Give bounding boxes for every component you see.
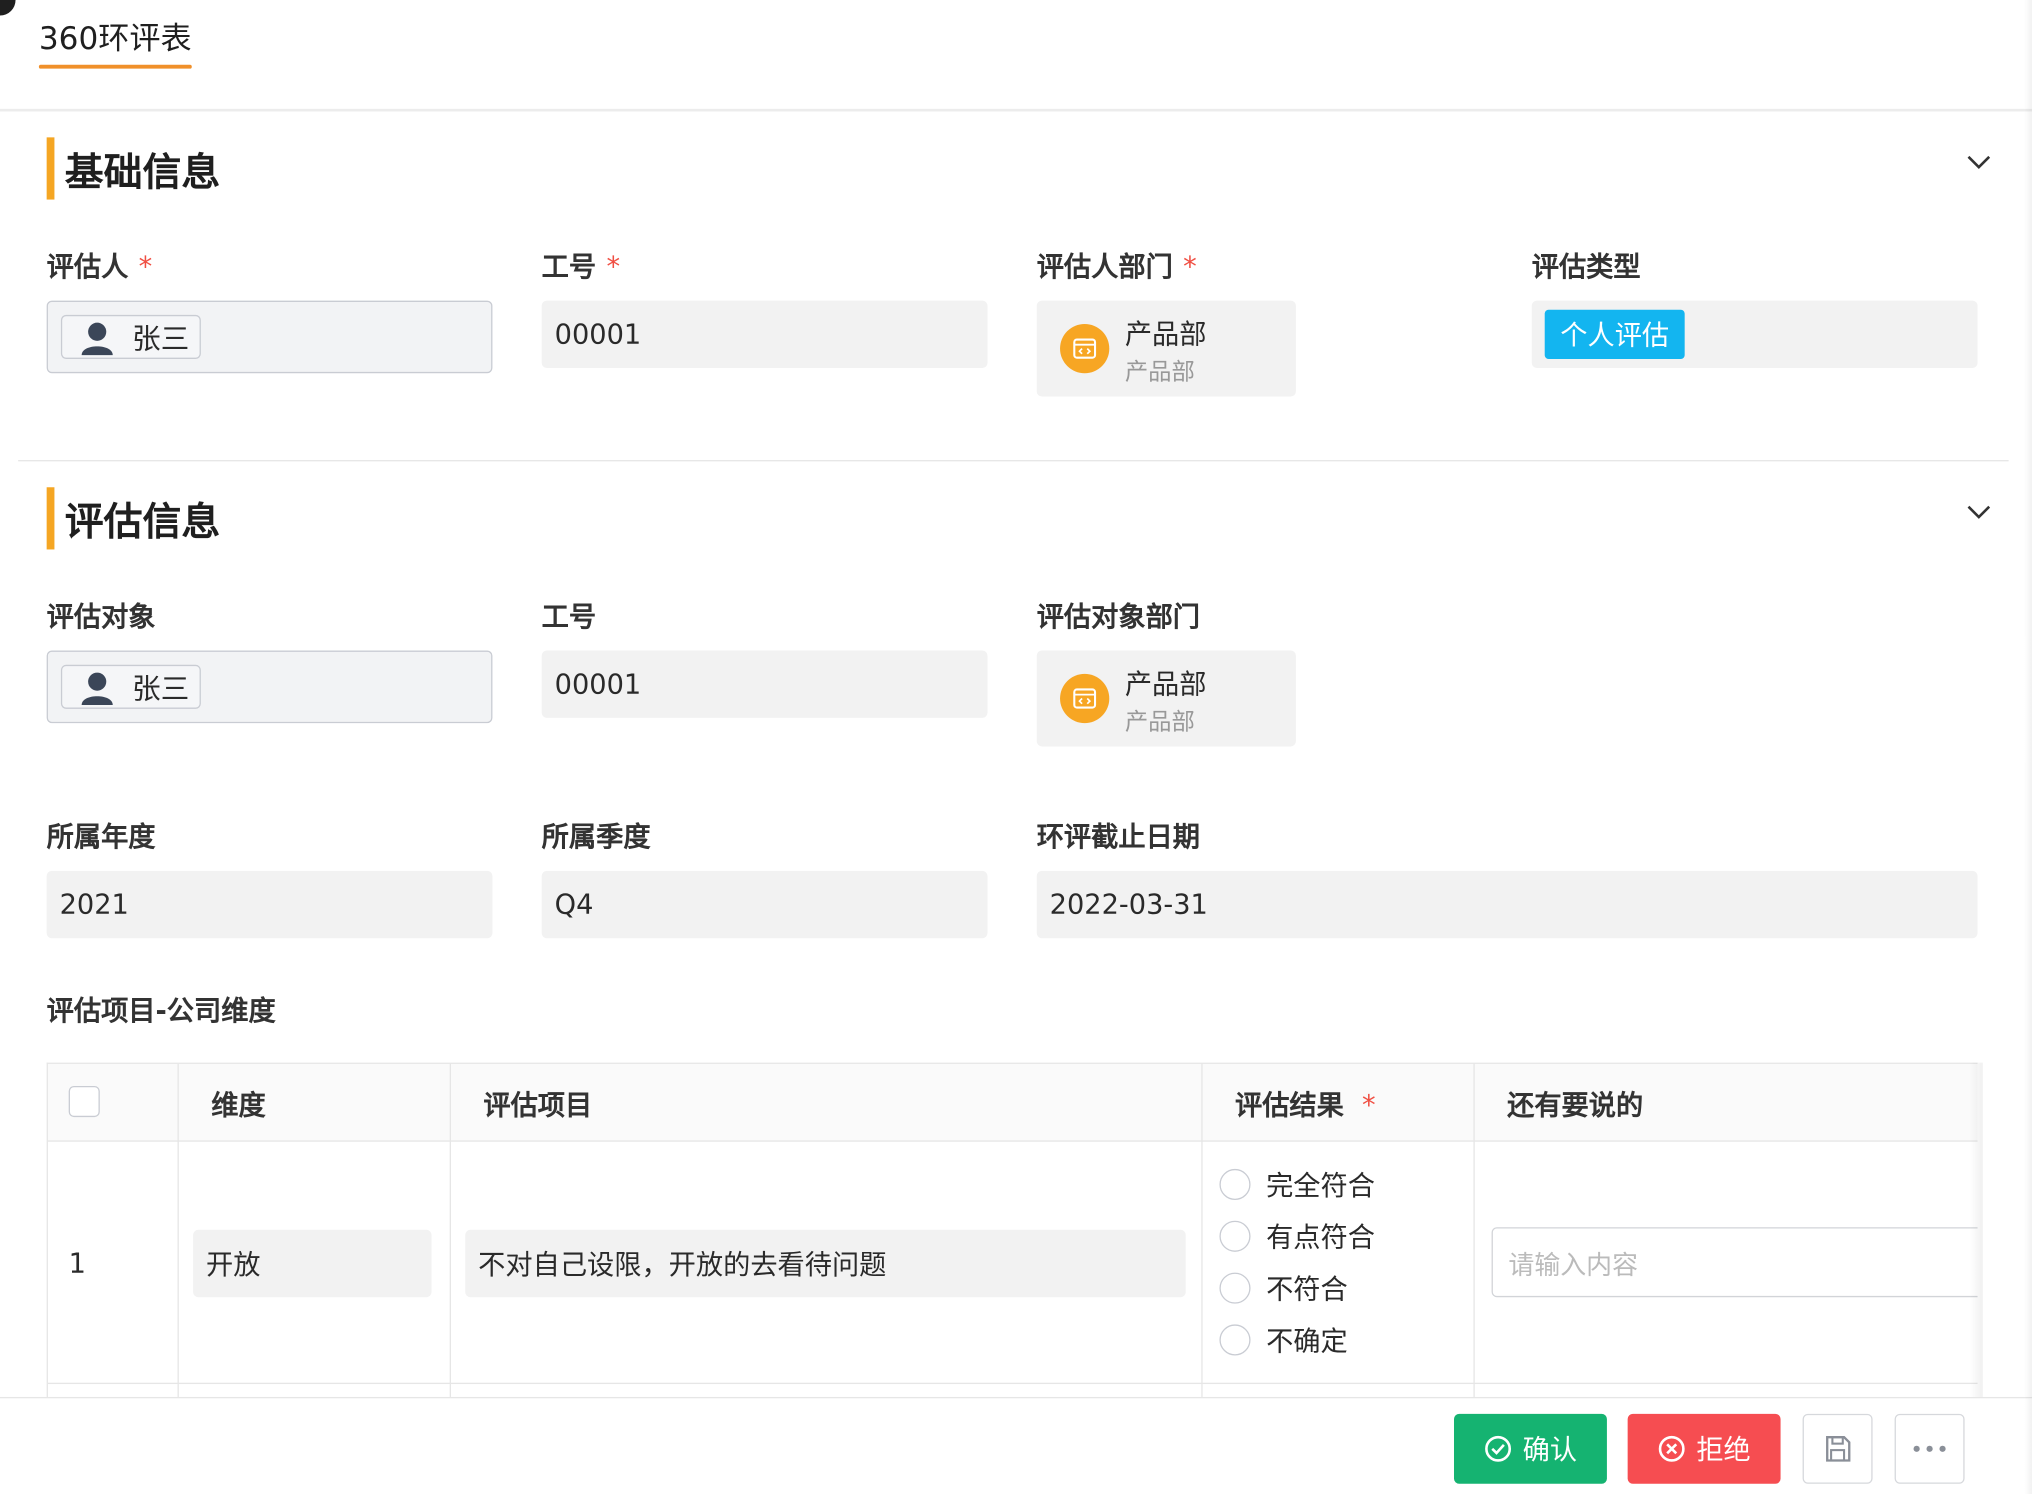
tab-active-indicator <box>38 64 192 69</box>
comment-input[interactable]: 请输入内容 <box>1491 1227 1978 1298</box>
target-jobno-field[interactable]: 00001 <box>541 650 988 718</box>
radio-circle[interactable] <box>1219 1168 1251 1201</box>
more-icon <box>1913 1445 1946 1452</box>
items-table-title: 评估项目-公司维度 <box>46 995 276 1027</box>
column-divider <box>177 1063 179 1400</box>
department-icon <box>1060 323 1110 374</box>
confirm-label: 确认 <box>1522 1434 1578 1466</box>
footer-actions: 确认 拒绝 <box>0 1396 2032 1494</box>
user-avatar-icon <box>81 322 113 356</box>
evaluator-chip[interactable]: 张三 <box>60 314 201 359</box>
deadline-field[interactable]: 2022-03-31 <box>1036 870 1978 939</box>
close-circle-icon <box>1658 1435 1685 1462</box>
collapse-eval-chevron-icon[interactable] <box>1965 498 1994 527</box>
select-all-checkbox[interactable] <box>68 1085 100 1118</box>
target-chip[interactable]: 张三 <box>60 664 201 709</box>
header-comment: 还有要说的 <box>1507 1089 1644 1121</box>
radio-circle[interactable] <box>1219 1220 1251 1252</box>
radio-option-fully[interactable]: 完全符合 <box>1219 1165 1375 1204</box>
tab-bar: 360环评表 <box>0 0 2032 112</box>
section-accent-bar <box>46 487 55 550</box>
target-dept-label: 评估对象部门 <box>1036 601 1201 633</box>
dept-subtitle: 产品部 <box>1124 358 1195 387</box>
item-cell: 不对自己设限，开放的去看待问题 <box>465 1229 1186 1298</box>
reject-label: 拒绝 <box>1696 1434 1751 1466</box>
radio-label: 不确定 <box>1266 1325 1348 1357</box>
form-page: 360环评表 基础信息 评估人 * 张三 工号 * 00001 评估人部门 * 产品部… <box>0 0 2032 1494</box>
section-basic-title: 基础信息 <box>64 150 221 196</box>
radio-option-partly[interactable]: 有点符合 <box>1219 1217 1375 1256</box>
row-index: 1 <box>68 1247 87 1280</box>
evaluator-field[interactable]: 张三 <box>46 300 493 374</box>
quarter-field[interactable]: Q4 <box>541 870 988 939</box>
confirm-button[interactable]: 确认 <box>1453 1413 1607 1484</box>
tab-360-review[interactable]: 360环评表 <box>39 13 192 58</box>
column-divider <box>1473 1063 1475 1400</box>
row-divider <box>47 1382 1978 1385</box>
jobno-field[interactable]: 00001 <box>541 300 988 369</box>
section-eval-header: 评估信息 <box>46 487 221 550</box>
eval-type-field[interactable]: 个人评估 <box>1531 300 1978 369</box>
evaluation-items-table: 维度 评估项目 评估结果 * 还有要说的 1 开放 不对自己设限，开放的去看待问题… <box>46 1062 1978 1400</box>
collapse-basic-chevron-icon[interactable] <box>1965 148 1994 177</box>
section-accent-bar <box>46 137 55 200</box>
target-field[interactable]: 张三 <box>46 650 493 724</box>
header-dimension: 维度 <box>211 1089 266 1121</box>
section-divider <box>18 460 2009 462</box>
more-button[interactable] <box>1894 1413 1965 1484</box>
table-scroll-shadow <box>1969 1062 1983 1400</box>
evaluator-name: 张三 <box>132 323 190 357</box>
evaluator-dept-label: 评估人部门 * <box>1036 251 1197 283</box>
save-icon <box>1826 1435 1851 1462</box>
evaluator-dept-card[interactable]: 产品部 产品部 <box>1036 300 1296 397</box>
header-result: 评估结果 * <box>1234 1089 1376 1121</box>
target-dept-card[interactable]: 产品部 产品部 <box>1036 650 1296 747</box>
quarter-label: 所属季度 <box>541 821 651 853</box>
section-eval-title: 评估信息 <box>64 500 221 546</box>
dimension-cell: 开放 <box>193 1229 432 1298</box>
radio-option-unsure[interactable]: 不确定 <box>1219 1321 1348 1360</box>
required-mark: * <box>606 251 621 283</box>
target-jobno-label: 工号 <box>541 601 597 633</box>
radio-circle[interactable] <box>1219 1324 1251 1356</box>
header-item: 评估项目 <box>483 1089 593 1121</box>
required-mark: * <box>1361 1089 1376 1121</box>
section-basic-header: 基础信息 <box>46 137 221 200</box>
evaluator-label: 评估人 * <box>46 251 153 283</box>
dept-subtitle: 产品部 <box>1124 708 1195 737</box>
column-divider <box>1201 1063 1203 1400</box>
deadline-label: 环评截止日期 <box>1036 821 1201 853</box>
reject-button[interactable]: 拒绝 <box>1627 1413 1781 1484</box>
required-mark: * <box>138 251 153 283</box>
radio-label: 不符合 <box>1266 1273 1348 1305</box>
radio-circle[interactable] <box>1219 1272 1251 1304</box>
save-button[interactable] <box>1802 1413 1873 1484</box>
user-avatar-icon <box>81 672 113 705</box>
check-circle-icon <box>1485 1435 1512 1462</box>
radio-label: 完全符合 <box>1266 1170 1375 1202</box>
target-name: 张三 <box>132 673 190 707</box>
eval-type-tag: 个人评估 <box>1544 309 1685 359</box>
year-field[interactable]: 2021 <box>46 870 493 939</box>
required-mark: * <box>1183 251 1197 283</box>
target-label: 评估对象 <box>46 601 156 633</box>
jobno-label: 工号 * <box>541 251 621 283</box>
radio-option-not[interactable]: 不符合 <box>1219 1269 1348 1308</box>
table-header: 维度 评估项目 评估结果 * 还有要说的 <box>47 1063 1978 1142</box>
scroll-edge-shadow <box>2024 0 2032 1494</box>
dept-name: 产品部 <box>1124 318 1207 350</box>
dept-name: 产品部 <box>1124 668 1207 700</box>
eval-type-label: 评估类型 <box>1531 251 1641 283</box>
radio-label: 有点符合 <box>1266 1222 1375 1254</box>
year-label: 所属年度 <box>46 821 156 853</box>
column-divider <box>449 1063 451 1400</box>
department-icon <box>1060 673 1110 724</box>
